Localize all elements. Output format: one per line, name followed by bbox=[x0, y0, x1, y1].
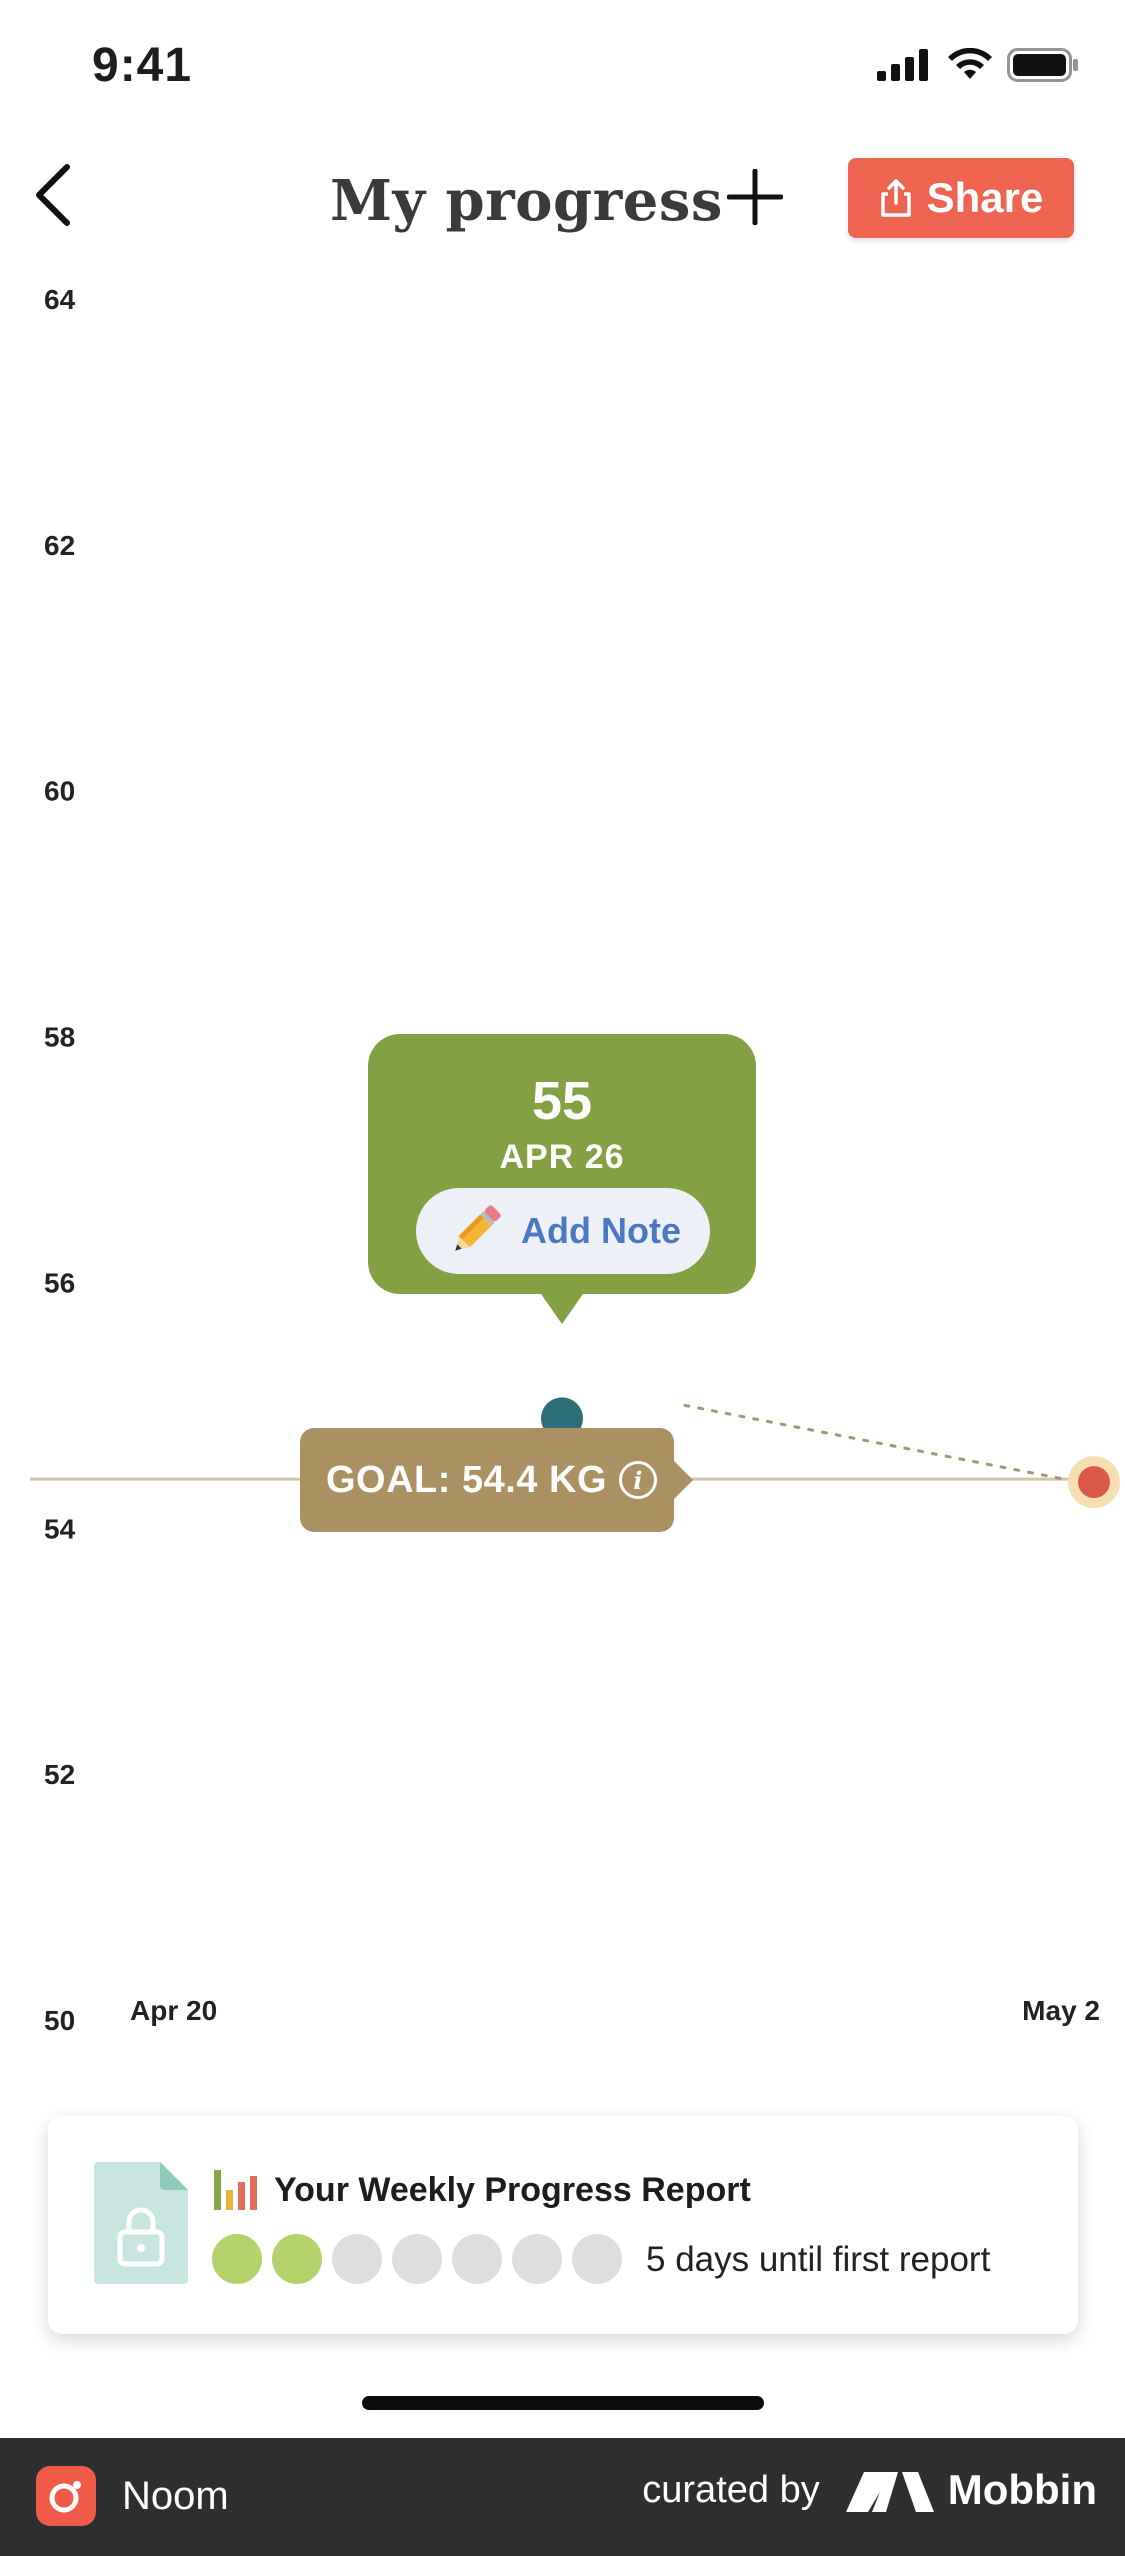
noom-app-icon bbox=[36, 2466, 96, 2526]
progress-dots bbox=[212, 2234, 622, 2284]
progress-dot-empty bbox=[332, 2234, 382, 2284]
y-tick-label: 52 bbox=[44, 1759, 75, 1790]
y-tick-label: 64 bbox=[44, 284, 76, 315]
x-tick-label: Apr 20 bbox=[130, 1995, 217, 2026]
progress-dot-filled bbox=[212, 2234, 262, 2284]
report-status: 5 days until first report bbox=[646, 2240, 991, 2279]
footer-credit: curated by Mobbin bbox=[642, 2466, 1097, 2514]
goal-point bbox=[1078, 1466, 1110, 1499]
pencil-icon bbox=[455, 1205, 501, 1251]
tooltip-date: APR 26 bbox=[499, 1138, 625, 1176]
report-title: Your Weekly Progress Report bbox=[274, 2170, 751, 2209]
mobbin-logo-icon bbox=[845, 2472, 934, 2512]
progress-dot-empty bbox=[452, 2234, 502, 2284]
home-indicator bbox=[362, 2396, 764, 2410]
add-note-button[interactable]: Add Note bbox=[416, 1188, 710, 1274]
progress-dot-empty bbox=[512, 2234, 562, 2284]
footer-bar: Noom curated by Mobbin bbox=[0, 2438, 1125, 2556]
report-title-row: Your Weekly Progress Report bbox=[212, 2168, 751, 2212]
footer-app: Noom bbox=[36, 2466, 229, 2526]
progress-dot-empty bbox=[572, 2234, 622, 2284]
y-tick-label: 58 bbox=[44, 1022, 75, 1053]
series-line bbox=[683, 1403, 1066, 1481]
locked-report-icon bbox=[94, 2162, 188, 2284]
curated-by-text: curated by bbox=[642, 2468, 820, 2511]
progress-dot-empty bbox=[392, 2234, 442, 2284]
add-note-label: Add Note bbox=[521, 1210, 681, 1251]
tooltip-value: 55 bbox=[531, 1071, 593, 1131]
mobbin-brand: Mobbin bbox=[947, 2466, 1097, 2513]
weekly-report-card[interactable]: Your Weekly Progress Report 5 days until… bbox=[48, 2116, 1078, 2334]
x-tick-label: May 2 bbox=[1022, 1995, 1100, 2026]
y-tick-label: 62 bbox=[44, 530, 75, 561]
goal-label[interactable]: GOAL: 54.4 KG i bbox=[300, 1428, 674, 1532]
goal-label-arrow bbox=[673, 1460, 693, 1500]
mobbin-logo: Mobbin bbox=[845, 2466, 1097, 2514]
progress-dot-filled bbox=[272, 2234, 322, 2284]
bar-chart-icon bbox=[214, 2170, 257, 2210]
y-tick-label: 54 bbox=[44, 1513, 76, 1544]
y-tick-label: 50 bbox=[44, 2005, 75, 2036]
info-icon[interactable]: i bbox=[619, 1461, 657, 1499]
goal-label-text: GOAL: 54.4 KG bbox=[326, 1458, 607, 1501]
weight-tooltip: 55 APR 26 Add Note bbox=[368, 1034, 756, 1294]
footer-app-name: Noom bbox=[122, 2473, 229, 2518]
y-tick-label: 56 bbox=[44, 1267, 75, 1298]
y-tick-label: 60 bbox=[44, 776, 75, 807]
tooltip-arrow bbox=[534, 1284, 590, 1324]
